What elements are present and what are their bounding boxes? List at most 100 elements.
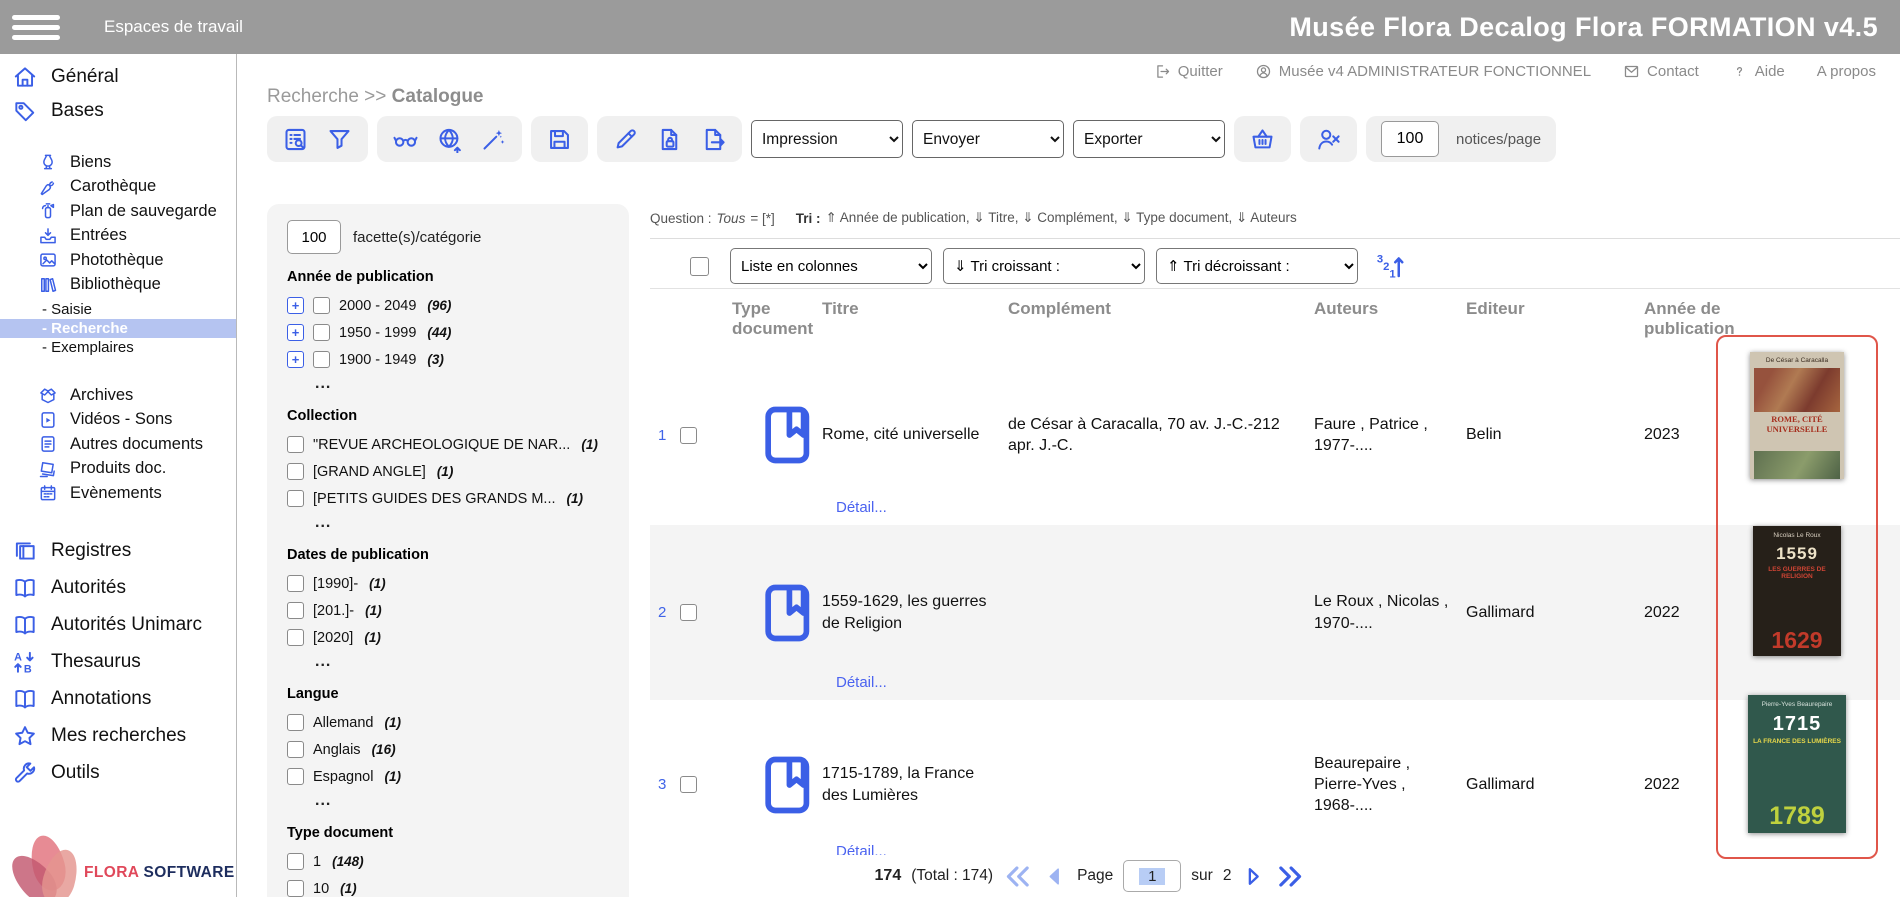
sidebar-item-biens[interactable]: Biens <box>0 150 236 175</box>
book-cover-les-guerres-de-religion[interactable]: Nicolas Le Roux1559LES GUERRES DE RELIGI… <box>1753 526 1841 656</box>
facet-checkbox[interactable] <box>287 880 304 897</box>
next-page-icon[interactable] <box>1241 864 1266 889</box>
exporter-select[interactable]: Exporter <box>1073 120 1225 158</box>
book-cover-la-france-des-lumieres[interactable]: Pierre-Yves Beaurepaire1715LA FRANCE DES… <box>1748 695 1846 833</box>
row-number-link[interactable]: 2 <box>650 604 680 621</box>
book-cover-rome-cite-universelle[interactable]: De César à CaracallaROME, CITÉ UNIVERSEL… <box>1750 352 1844 479</box>
workspace-label[interactable]: Espaces de travail <box>104 17 243 37</box>
contact-link[interactable]: Contact <box>1623 63 1699 80</box>
facet-count-input[interactable] <box>287 220 341 254</box>
basket-pill <box>1234 116 1291 162</box>
impression-select[interactable]: Impression <box>751 120 903 158</box>
detail-link[interactable]: Détail... <box>836 499 887 516</box>
book-type-icon[interactable] <box>754 401 822 469</box>
menu-icon[interactable] <box>12 15 60 40</box>
notices-per-page-input[interactable] <box>1381 121 1439 157</box>
row-number-link[interactable]: 1 <box>650 427 680 444</box>
sidebar-item-evenements[interactable]: Evènements <box>0 481 236 506</box>
detail-link[interactable]: Détail... <box>836 674 887 691</box>
breadcrumb-section[interactable]: Recherche <box>267 86 359 107</box>
last-page-icon[interactable] <box>1276 862 1305 891</box>
expand-plus-icon[interactable]: + <box>287 297 304 314</box>
expand-plus-icon[interactable]: + <box>287 351 304 368</box>
sidebar-item-plan-de-sauvegarde[interactable]: Plan de sauvegarde <box>0 199 236 224</box>
apropos-label: A propos <box>1817 63 1876 80</box>
tri-decroissant-select[interactable]: ⇑ Tri décroissant : <box>1156 248 1358 284</box>
facet-checkbox[interactable] <box>313 324 330 341</box>
facet-checkbox[interactable] <box>287 463 304 480</box>
liste-en-colonnes-select[interactable]: Liste en colonnes <box>730 248 932 284</box>
basket-icon[interactable] <box>1249 126 1276 153</box>
filter-icon[interactable] <box>326 126 353 153</box>
save-icon[interactable] <box>546 126 573 153</box>
sidebar-item-videos-sons[interactable]: Vidéos - Sons <box>0 408 236 433</box>
sidebar-item-produits-doc[interactable]: Produits doc. <box>0 457 236 482</box>
question-icon <box>1731 63 1748 80</box>
facet-checkbox[interactable] <box>287 629 304 646</box>
sidebar-item-entrees[interactable]: Entrées <box>0 224 236 249</box>
tri-croissant-select[interactable]: ⇓ Tri croissant : <box>943 248 1145 284</box>
facet-checkbox[interactable] <box>287 436 304 453</box>
sidebar-item-phototheque[interactable]: Photothèque <box>0 248 236 273</box>
query-line: Question : Tous = [*] Tri : ⇑ Année de p… <box>650 210 1297 226</box>
sidebar-item-bases[interactable]: Bases <box>0 94 236 128</box>
row-number-link[interactable]: 3 <box>650 776 680 793</box>
sidebar-item-archives[interactable]: Archives <box>0 383 236 408</box>
expand-plus-icon[interactable]: + <box>287 324 304 341</box>
row-checkbox[interactable] <box>680 604 697 621</box>
sidebar-item-exemplaires[interactable]: - Exemplaires <box>0 338 236 357</box>
select-all-checkbox[interactable] <box>690 257 709 276</box>
app-header: Espaces de travail Musée Flora Decalog F… <box>0 0 1900 54</box>
envoyer-select[interactable]: Envoyer <box>912 120 1064 158</box>
aide-link[interactable]: Aide <box>1731 63 1785 80</box>
facet-more-link[interactable]: ... <box>287 514 619 532</box>
facet-more-link[interactable]: ... <box>287 792 619 810</box>
facet-checkbox[interactable] <box>287 741 304 758</box>
sidebar-item-recherche[interactable]: - Recherche <box>0 319 236 338</box>
glasses-icon[interactable] <box>392 126 419 153</box>
apropos-link[interactable]: A propos <box>1817 63 1876 80</box>
globe-upload-icon[interactable] <box>436 126 463 153</box>
previous-page-icon[interactable] <box>1042 864 1067 889</box>
facet-checkbox[interactable] <box>287 768 304 785</box>
edit-icon[interactable] <box>612 126 639 153</box>
facet-checkbox[interactable] <box>287 602 304 619</box>
sort-numeric-icon[interactable]: 321 <box>1375 251 1405 281</box>
facet-checkbox[interactable] <box>313 297 330 314</box>
book-type-icon[interactable] <box>754 579 822 647</box>
first-page-icon[interactable] <box>1003 862 1032 891</box>
sidebar-item-general[interactable]: Général <box>0 60 236 94</box>
book-type-icon[interactable] <box>754 751 822 819</box>
sidebar-item-autorites[interactable]: Autorités <box>0 570 236 607</box>
facet-checkbox[interactable] <box>287 575 304 592</box>
page-lock-icon[interactable] <box>656 126 683 153</box>
sidebar-item-autorites-unimarc[interactable]: Autorités Unimarc <box>0 607 236 644</box>
sidebar-item-saisie[interactable]: - Saisie <box>0 300 236 319</box>
flora-flower-icon <box>16 833 82 897</box>
sidebar-item-label: - Exemplaires <box>42 339 134 356</box>
facet-more-link[interactable]: ... <box>287 653 619 671</box>
facet-checkbox[interactable] <box>313 351 330 368</box>
facet-more-link[interactable]: ... <box>287 375 619 393</box>
sidebar-item-outils[interactable]: Outils <box>0 755 236 792</box>
facet-checkbox[interactable] <box>287 853 304 870</box>
page-number-input[interactable]: 1 <box>1123 860 1181 892</box>
row-checkbox[interactable] <box>680 776 697 793</box>
sidebar-item-thesaurus[interactable]: ABThesaurus <box>0 644 236 681</box>
sidebar-item-carotheque[interactable]: Carothèque <box>0 175 236 200</box>
list-search-icon[interactable] <box>282 126 309 153</box>
facet-checkbox[interactable] <box>287 490 304 507</box>
sidebar-item-registres[interactable]: Registres <box>0 533 236 570</box>
row-checkbox[interactable] <box>680 427 697 444</box>
user-x-icon[interactable] <box>1315 126 1342 153</box>
magic-wand-icon[interactable] <box>480 126 507 153</box>
page-export-icon[interactable] <box>700 126 727 153</box>
user-icon <box>1255 63 1272 80</box>
sidebar-item-annotations[interactable]: Annotations <box>0 681 236 718</box>
facet-checkbox[interactable] <box>287 714 304 731</box>
sidebar-item-bibliotheque[interactable]: Bibliothèque <box>0 273 236 298</box>
user-menu[interactable]: Musée v4 ADMINISTRATEUR FONCTIONNEL <box>1255 63 1591 80</box>
sidebar-item-mes-recherches[interactable]: Mes recherches <box>0 718 236 755</box>
quitter-link[interactable]: Quitter <box>1154 63 1223 80</box>
sidebar-item-autres-documents[interactable]: Autres documents <box>0 432 236 457</box>
